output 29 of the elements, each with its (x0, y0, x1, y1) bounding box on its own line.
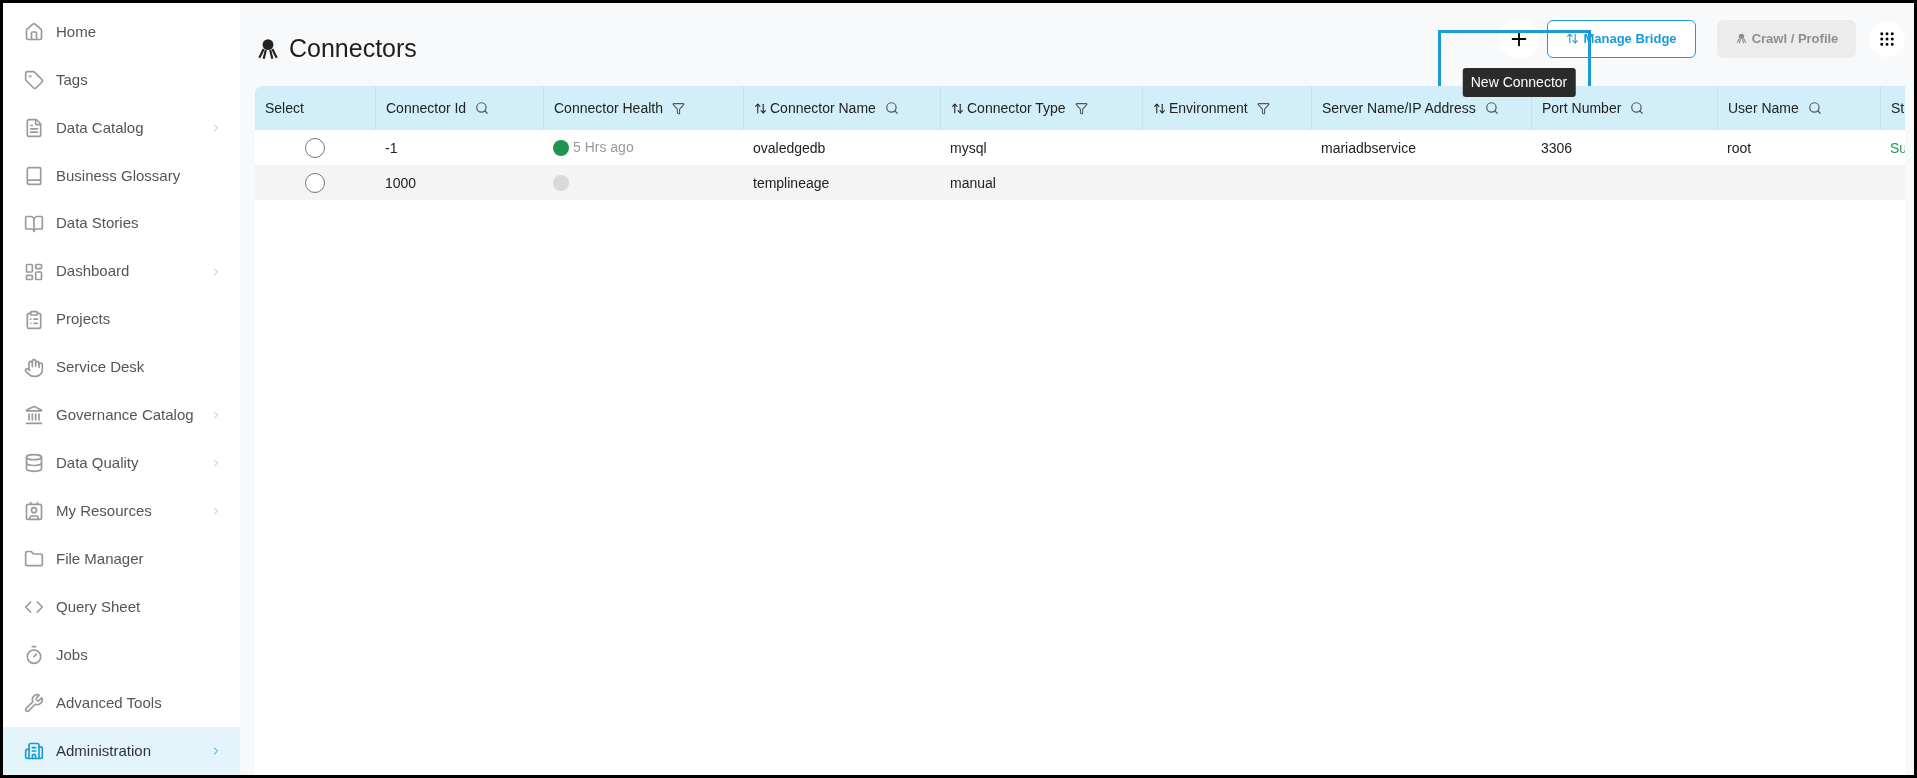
table-cell: mariadbservice (1321, 139, 1416, 156)
page-title: Connectors (289, 32, 417, 64)
table-cell: root (1727, 139, 1752, 156)
sidebar-item[interactable]: Projects (3, 295, 240, 344)
sidebar-item[interactable]: Business Glossary (3, 151, 240, 200)
sidebar-item[interactable]: Administration (3, 727, 240, 775)
sidebar-item[interactable]: Data Stories (3, 199, 240, 248)
table-cell: 1000 (385, 174, 417, 191)
sidebar-item[interactable]: Data Catalog (3, 103, 240, 152)
table-cell: 3306 (1541, 139, 1573, 156)
table-cell: -1 (385, 139, 398, 156)
sidebar-item[interactable]: Governance Catalog (3, 391, 240, 440)
sidebar-item[interactable]: My Resources (3, 487, 240, 536)
sidebar-item[interactable]: Service Desk (3, 343, 240, 392)
sidebar-item[interactable]: Query Sheet (3, 583, 240, 632)
column-header[interactable]: Select (255, 86, 375, 130)
table-cell-text: 5 Hrs ago (573, 138, 634, 157)
table-cell: ovaledgedb (753, 139, 826, 156)
tooltip: New Connector (1462, 67, 1576, 97)
sidebar-item[interactable]: Data Quality (3, 439, 240, 488)
table-cell: manual (950, 174, 996, 191)
sidebar-item[interactable]: Home (3, 8, 240, 56)
table-cell: mysql (950, 139, 987, 156)
table-cell: templineage (753, 174, 830, 191)
sidebar-item[interactable]: Advanced Tools (3, 679, 240, 728)
sidebar-item[interactable]: Dashboard (3, 247, 240, 296)
sidebar-item[interactable]: Tags (3, 55, 240, 104)
sidebar-item[interactable]: File Manager (3, 535, 240, 584)
sidebar-item[interactable]: Jobs (3, 631, 240, 680)
